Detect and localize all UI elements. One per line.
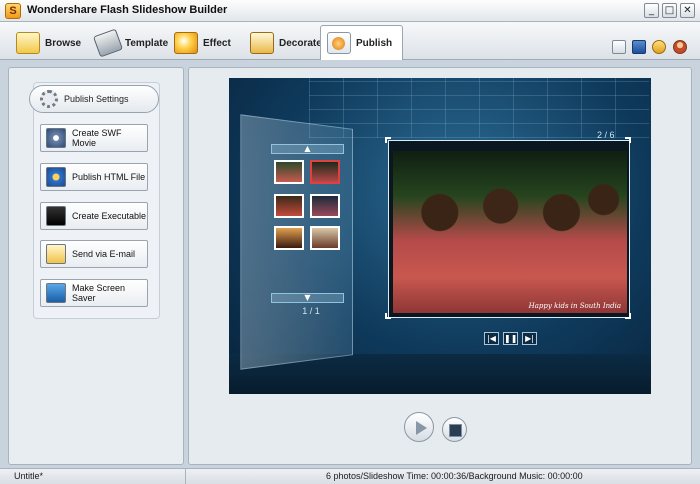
thumbnail-5[interactable] (274, 226, 304, 250)
tab-publish[interactable]: Publish (320, 25, 404, 60)
tab-effect[interactable]: Effect (170, 28, 235, 58)
photo-frame: Happy kids in South India (388, 140, 630, 318)
sidebar-item-label: Create Executable (72, 211, 147, 221)
thumbnail-2[interactable] (310, 160, 340, 184)
tab-label: Template (125, 37, 169, 49)
publish-settings-button[interactable]: Publish Settings (29, 85, 159, 113)
sidebar-item-label: Create SWF Movie (72, 128, 122, 148)
email-icon (46, 244, 66, 264)
template-icon (92, 28, 124, 58)
frame-corner (385, 137, 391, 143)
maximize-button[interactable]: □ (662, 3, 677, 18)
first-slide-button[interactable]: |◀ (484, 332, 499, 345)
window-title: Wondershare Flash Slideshow Builder (27, 4, 228, 16)
publish-sidebar: Publish Settings Create SWF Movie Publis… (8, 67, 184, 465)
publish-settings-label: Publish Settings (64, 94, 129, 104)
slideshow-info: 6 photos/Slideshow Time: 00:00:36/Backgr… (326, 471, 583, 481)
slide-photo: Happy kids in South India (393, 151, 627, 313)
publish-icon (327, 32, 351, 54)
frame-corner (625, 313, 631, 319)
tab-label: Browse (45, 37, 82, 49)
photo-caption: Happy kids in South India (528, 302, 621, 310)
thumbnail-scroll-down-button[interactable]: ▼ (271, 293, 344, 303)
thumbnail-page-indicator: 1 / 1 (302, 306, 320, 316)
user-icon[interactable] (673, 40, 687, 54)
app-logo-icon: S (5, 3, 21, 19)
thumbnail-scroll-up-button[interactable]: ▲ (271, 144, 344, 154)
tab-label: Decorate (279, 37, 322, 49)
frame-corner (625, 137, 631, 143)
send-via-email-button[interactable]: Send via E-mail (40, 240, 148, 268)
slideshow-preview: ▲ ▼ 1 / 1 2 / 6 Happy kids in South Indi… (229, 78, 651, 394)
status-bar: Untitle* 6 photos/Slideshow Time: 00:00:… (0, 468, 700, 484)
create-executable-button[interactable]: Create Executable (40, 202, 148, 230)
decorate-icon (250, 32, 274, 54)
tab-label: Publish (356, 37, 393, 49)
tab-label: Effect (203, 37, 231, 49)
thumbnail-4[interactable] (310, 194, 340, 218)
tab-decorate[interactable]: Decorate (246, 28, 326, 58)
sidebar-item-label: Make Screen Saver (72, 283, 126, 303)
create-swf-movie-button[interactable]: Create SWF Movie (40, 124, 148, 152)
tab-template[interactable]: Template (92, 28, 172, 58)
make-screen-saver-button[interactable]: Make Screen Saver (40, 279, 148, 307)
save-icon[interactable] (632, 40, 646, 54)
settings-icon[interactable] (652, 40, 666, 54)
ie-icon (46, 167, 66, 187)
project-name: Untitle* (14, 471, 44, 481)
sidebar-item-label: Publish HTML File (72, 172, 146, 182)
publish-html-file-button[interactable]: Publish HTML File (40, 163, 148, 191)
effect-icon (174, 32, 198, 54)
thumbnail-1[interactable] (274, 160, 304, 184)
swf-icon (46, 128, 66, 148)
monitor-icon (46, 283, 66, 303)
thumbnail-3[interactable] (274, 194, 304, 218)
status-divider (185, 469, 186, 484)
sidebar-item-label: Send via E-mail (72, 249, 136, 259)
frame-corner (385, 313, 391, 319)
close-button[interactable]: ✕ (680, 3, 695, 18)
last-slide-button[interactable]: ▶| (522, 332, 537, 345)
stop-button[interactable] (442, 417, 467, 442)
minimize-button[interactable]: _ (644, 3, 659, 18)
gear-icon (40, 90, 58, 108)
folder-icon (16, 32, 40, 54)
photo-counter: 2 / 6 (597, 130, 615, 140)
slide-nav-controls: |◀ ❚❚ ▶| (484, 332, 537, 345)
new-project-icon[interactable] (612, 40, 626, 54)
main-toolbar: Browse Template Effect Decorate Publish (0, 22, 700, 60)
pause-slide-button[interactable]: ❚❚ (503, 332, 518, 345)
title-bar: S Wondershare Flash Slideshow Builder _ … (0, 0, 700, 22)
exe-icon (46, 206, 66, 226)
thumbnail-6[interactable] (310, 226, 340, 250)
tab-browse[interactable]: Browse (12, 28, 85, 58)
play-button[interactable] (404, 412, 434, 442)
stage-grid-decoration (309, 78, 649, 138)
